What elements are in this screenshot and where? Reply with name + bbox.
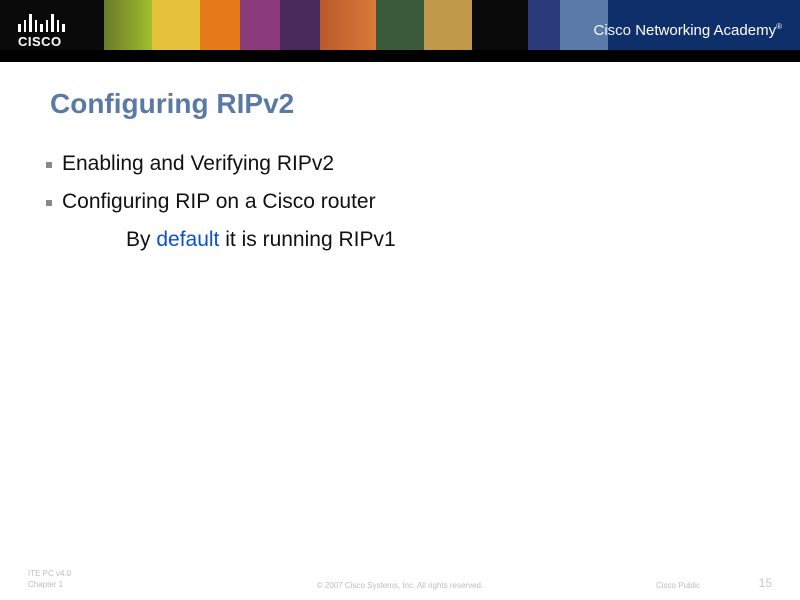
academy-prefix: Cisco <box>594 22 636 39</box>
header-banner: CISCO Cisco Networking Academy® <box>0 0 800 62</box>
bullet-marker-icon <box>46 162 52 168</box>
subline-prefix: By <box>126 228 156 251</box>
academy-main: Networking Academy <box>635 22 776 39</box>
header-underline <box>0 50 800 62</box>
cisco-wordmark: CISCO <box>18 34 65 49</box>
bullet-item: Enabling and Verifying RIPv2 <box>46 152 760 176</box>
bullet-text: Configuring RIP on a Cisco router <box>62 190 376 214</box>
slide-title: Configuring RIPv2 <box>50 88 760 120</box>
bullet-subline: By default it is running RIPv1 <box>126 228 760 252</box>
cisco-bridge-icon <box>18 12 65 32</box>
subline-suffix: it is running RIPv1 <box>219 228 395 251</box>
bullet-item: Configuring RIP on a Cisco router <box>46 190 760 214</box>
registered-mark: ® <box>776 22 782 31</box>
slide-content: Configuring RIPv2 Enabling and Verifying… <box>40 88 760 252</box>
page-number: 15 <box>759 576 772 590</box>
subline-highlight: default <box>156 228 219 251</box>
cisco-logo: CISCO <box>18 12 65 49</box>
footer-course: ITE PC v4.0 <box>28 569 71 579</box>
bullet-text: Enabling and Verifying RIPv2 <box>62 152 334 176</box>
footer-classification: Cisco Public <box>656 581 700 590</box>
bullet-marker-icon <box>46 200 52 206</box>
academy-title: Cisco Networking Academy® <box>594 22 783 39</box>
